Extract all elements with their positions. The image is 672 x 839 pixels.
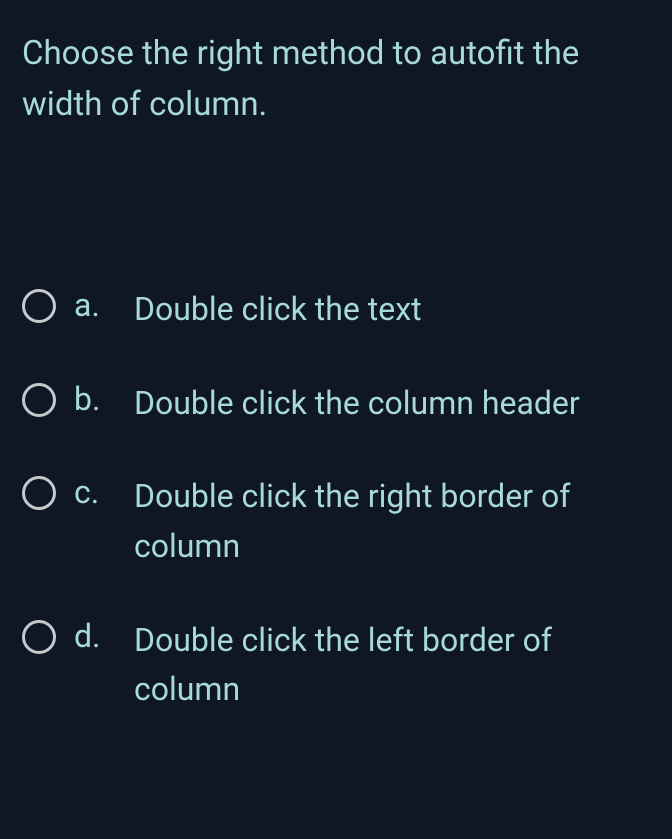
option-text: Double click the column header bbox=[134, 379, 650, 429]
option-a[interactable]: a. Double click the text bbox=[22, 285, 650, 335]
option-text: Double click the text bbox=[134, 285, 650, 335]
option-letter: d. bbox=[74, 616, 116, 658]
option-text: Double click the right border of column bbox=[134, 472, 650, 571]
option-text: Double click the left border of column bbox=[134, 616, 650, 715]
option-c[interactable]: c. Double click the right border of colu… bbox=[22, 472, 650, 571]
options-list: a. Double click the text b. Double click… bbox=[22, 285, 650, 715]
option-letter: c. bbox=[74, 472, 116, 514]
radio-icon[interactable] bbox=[22, 476, 56, 510]
radio-icon[interactable] bbox=[22, 383, 56, 417]
radio-icon[interactable] bbox=[22, 620, 56, 654]
option-b[interactable]: b. Double click the column header bbox=[22, 379, 650, 429]
option-letter: a. bbox=[74, 285, 116, 327]
option-d[interactable]: d. Double click the left border of colum… bbox=[22, 616, 650, 715]
radio-icon[interactable] bbox=[22, 289, 56, 323]
option-letter: b. bbox=[74, 379, 116, 421]
question-text: Choose the right method to autofit the w… bbox=[22, 28, 650, 130]
